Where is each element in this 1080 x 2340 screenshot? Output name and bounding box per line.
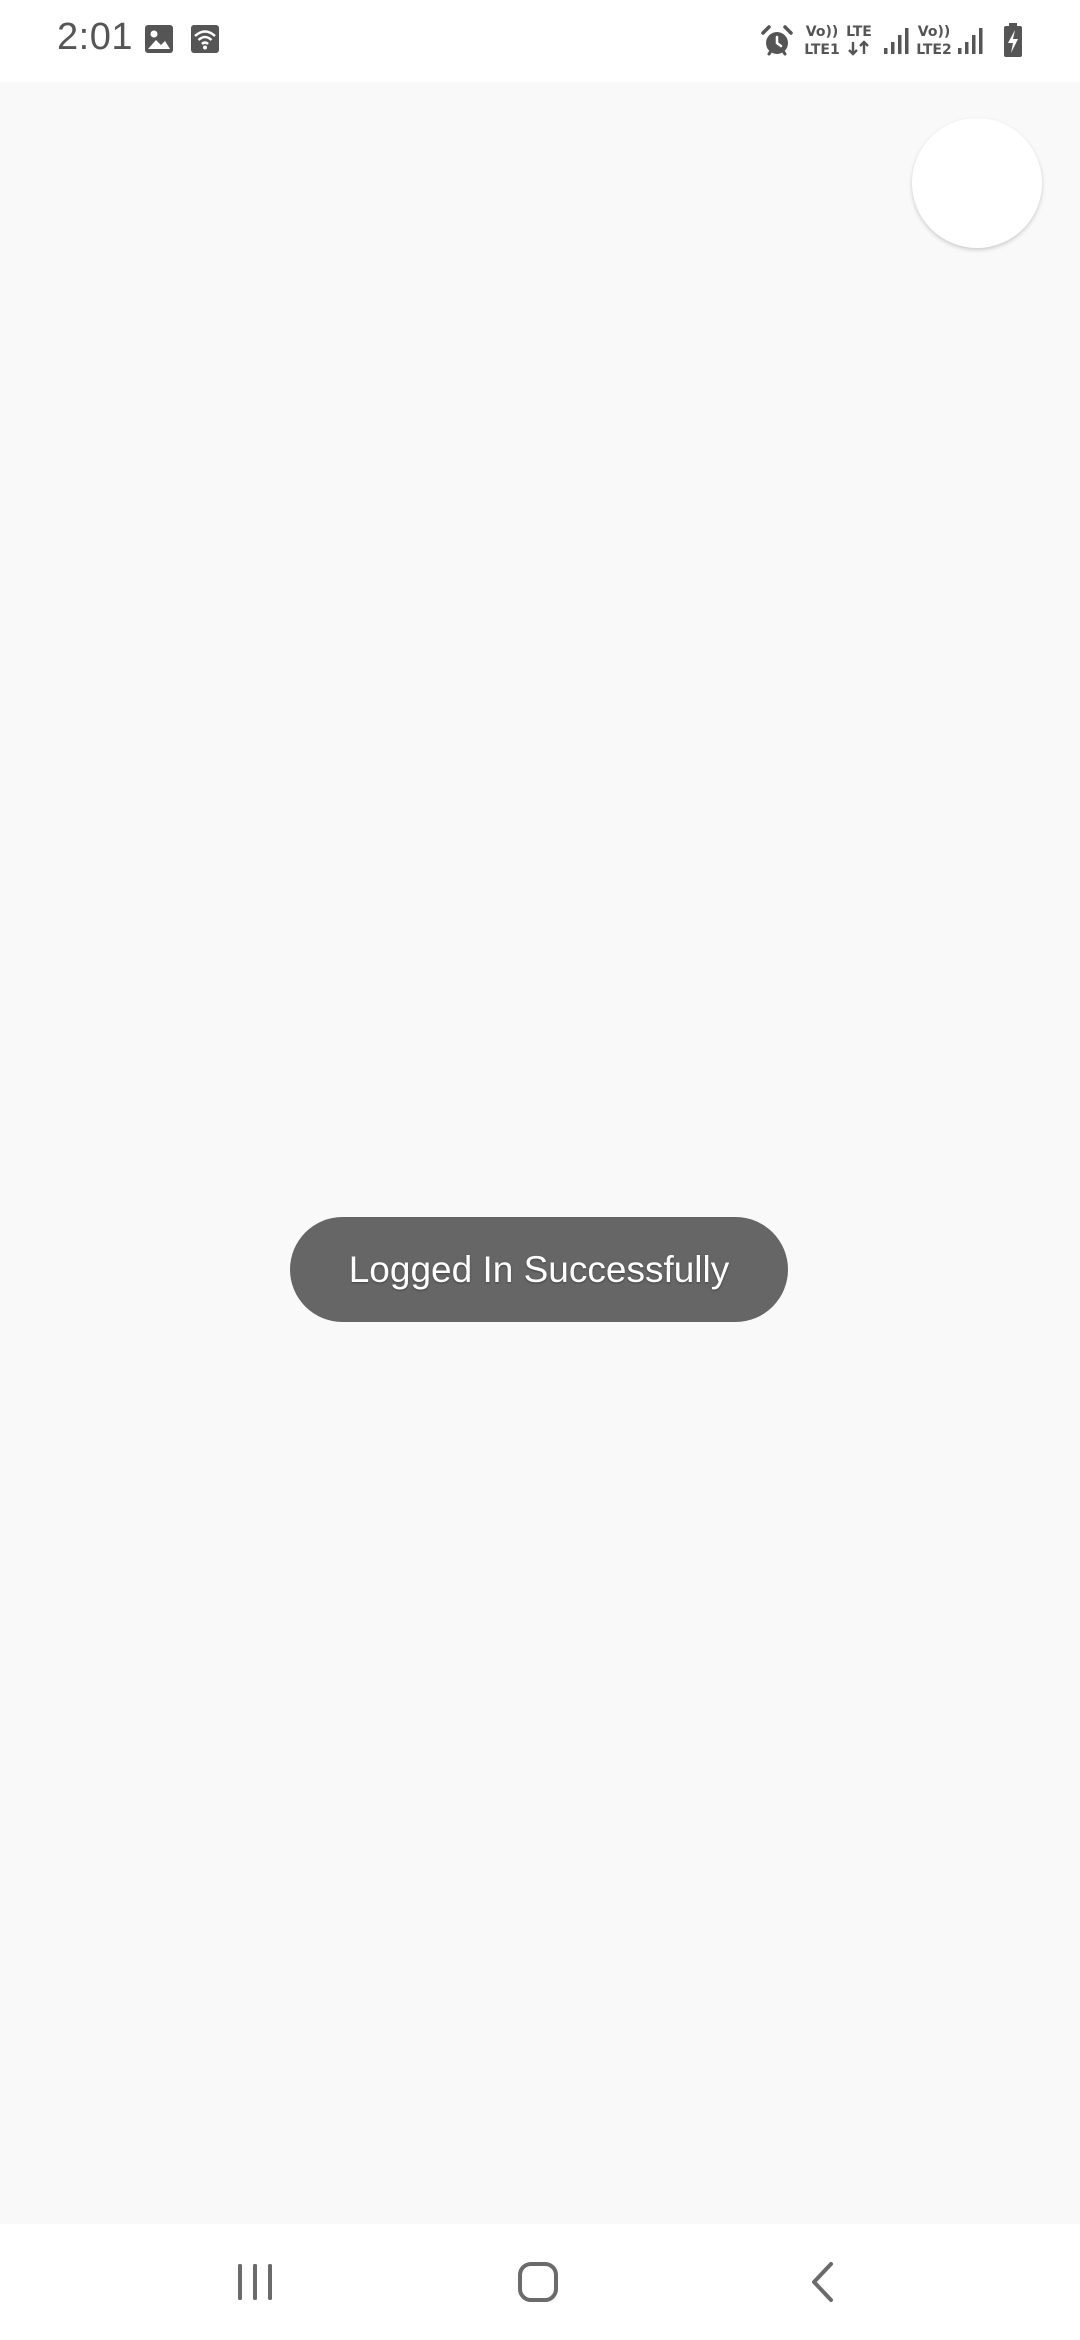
svg-text:Vo)): Vo)) (806, 24, 838, 40)
image-icon (145, 25, 173, 53)
recents-icon (238, 2264, 272, 2300)
navigation-bar (0, 2224, 1080, 2340)
svg-text:LTE: LTE (846, 24, 872, 40)
signal-icon (884, 28, 909, 54)
battery-charging-icon (1004, 23, 1022, 57)
volte2-icon: Vo)) LTE2 (916, 24, 951, 58)
status-bar: 2:01 Vo)) LTE1 LTE Vo)) LTE2 (0, 0, 1080, 82)
home-icon (518, 2262, 558, 2302)
svg-text:LTE1: LTE1 (804, 42, 839, 58)
lte-data-icon: LTE (846, 24, 872, 56)
home-button[interactable] (498, 2246, 578, 2318)
toast-message: Logged In Successfully (348, 1248, 730, 1290)
recents-button[interactable] (215, 2246, 295, 2318)
alarm-icon (761, 25, 793, 56)
back-icon (812, 2262, 833, 2302)
volte1-icon: Vo)) LTE1 (804, 24, 839, 58)
toast: Logged In Successfully (290, 1217, 788, 1322)
svg-text:LTE2: LTE2 (916, 42, 951, 58)
back-button[interactable] (781, 2246, 861, 2318)
signal-icon (958, 28, 983, 54)
avatar[interactable] (912, 118, 1042, 248)
status-time: 2:01 (57, 16, 133, 58)
wifi-calling-icon (191, 25, 219, 53)
main-content (0, 82, 1080, 2224)
svg-text:Vo)): Vo)) (918, 24, 950, 40)
